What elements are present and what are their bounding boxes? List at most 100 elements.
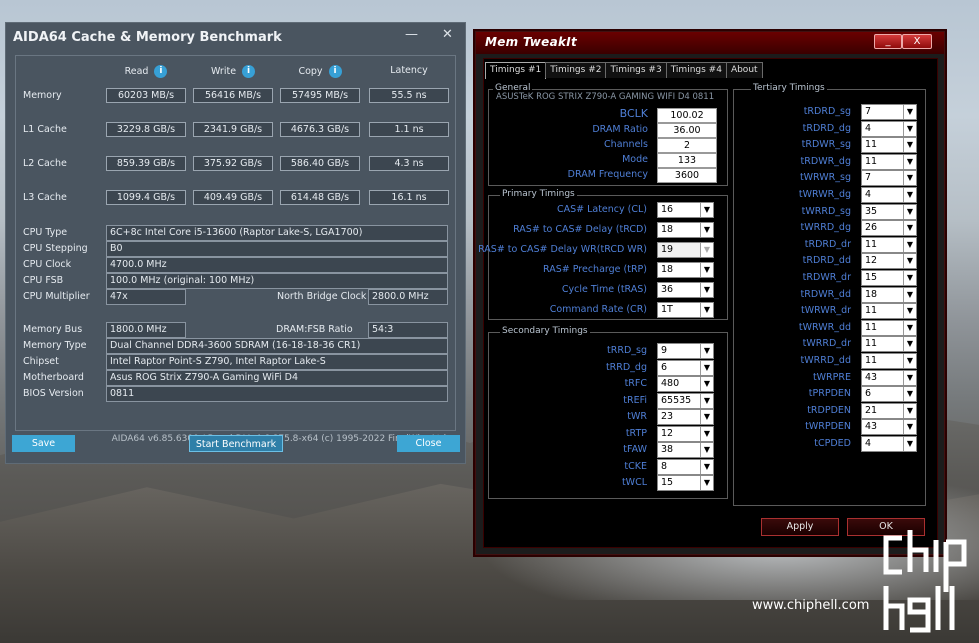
tab-timings-4[interactable]: Timings #4 — [665, 62, 727, 78]
chevron-down-icon[interactable]: ▼ — [903, 138, 916, 153]
chevron-down-icon[interactable]: ▼ — [700, 223, 713, 237]
secondary-dropdown[interactable]: 12 ▼ — [657, 425, 714, 442]
tertiary-dropdown[interactable]: 11 ▼ — [861, 303, 917, 320]
chevron-down-icon[interactable]: ▼ — [903, 121, 916, 136]
minimize-icon[interactable]: — — [405, 27, 418, 42]
chevron-down-icon[interactable]: ▼ — [903, 287, 916, 302]
chevron-down-icon[interactable]: ▼ — [903, 370, 916, 385]
chevron-down-icon[interactable]: ▼ — [903, 387, 916, 402]
tertiary-value: 11 — [865, 155, 878, 167]
close-button[interactable]: Close — [397, 435, 460, 452]
primary-dropdown[interactable]: 16 ▼ — [657, 202, 714, 218]
tertiary-dropdown[interactable]: 11 ▼ — [861, 236, 917, 253]
chevron-down-icon[interactable]: ▼ — [700, 203, 713, 217]
tab-timings-1[interactable]: Timings #1 — [485, 62, 547, 79]
tab-timings-3[interactable]: Timings #3 — [605, 62, 667, 78]
chevron-down-icon[interactable]: ▼ — [903, 271, 916, 285]
chevron-down-icon[interactable]: ▼ — [700, 360, 713, 375]
close-icon[interactable]: X — [902, 34, 932, 49]
chevron-down-icon[interactable]: ▼ — [700, 303, 713, 317]
chevron-down-icon[interactable]: ▼ — [903, 237, 916, 252]
close-icon[interactable]: ✕ — [442, 27, 453, 42]
aida-titlebar[interactable]: AIDA64 Cache & Memory Benchmark — [6, 23, 465, 51]
chevron-down-icon[interactable]: ▼ — [903, 105, 916, 119]
info-icon[interactable]: i — [242, 65, 256, 78]
chevron-down-icon[interactable]: ▼ — [700, 377, 713, 391]
tertiary-dropdown[interactable]: 11 ▼ — [861, 353, 917, 369]
chevron-down-icon[interactable]: ▼ — [903, 221, 916, 236]
chevron-down-icon[interactable]: ▼ — [700, 283, 713, 297]
primary-dropdown[interactable]: 18 ▼ — [657, 222, 714, 238]
tertiary-dropdown[interactable]: 6 ▼ — [861, 386, 917, 403]
primary-dropdown[interactable]: 19 ▼ — [657, 242, 714, 258]
chevron-down-icon[interactable]: ▼ — [700, 393, 713, 408]
minimize-icon[interactable]: _ — [874, 34, 902, 49]
chevron-down-icon[interactable]: ▼ — [903, 171, 916, 186]
chevron-down-icon[interactable]: ▼ — [903, 154, 916, 169]
secondary-dropdown[interactable]: 65535 ▼ — [657, 392, 714, 409]
tertiary-dropdown[interactable]: 12 ▼ — [861, 253, 917, 270]
chevron-down-icon[interactable]: ▼ — [700, 344, 713, 358]
chevron-down-icon[interactable]: ▼ — [903, 304, 916, 319]
tertiary-dropdown[interactable]: 7 ▼ — [861, 104, 917, 120]
tertiary-dropdown[interactable]: 7 ▼ — [861, 170, 917, 187]
tertiary-dropdown[interactable]: 11 ▼ — [861, 137, 917, 154]
tertiary-value: 21 — [865, 404, 878, 416]
general-label: DRAM Ratio — [592, 124, 648, 135]
mem-tweakit-window: Mem TweakIt _ X Timings #1 Timings #2 Timi… — [475, 31, 945, 555]
primary-label: Cycle Time (tRAS) — [561, 284, 647, 295]
tertiary-dropdown[interactable]: 11 ▼ — [861, 153, 917, 170]
chevron-down-icon[interactable]: ▼ — [903, 403, 916, 418]
tertiary-dropdown[interactable]: 4 ▼ — [861, 436, 917, 452]
chevron-down-icon[interactable]: ▼ — [903, 188, 916, 202]
start-benchmark-button[interactable]: Start Benchmark — [189, 435, 283, 452]
tab-timings-2[interactable]: Timings #2 — [545, 62, 607, 78]
chevron-down-icon[interactable]: ▼ — [903, 420, 916, 435]
tertiary-dropdown[interactable]: 35 ▼ — [861, 203, 917, 220]
secondary-dropdown[interactable]: 23 ▼ — [657, 409, 714, 425]
aida64-window: AIDA64 Cache & Memory Benchmark — ✕ Read… — [5, 22, 466, 464]
chevron-down-icon[interactable]: ▼ — [700, 476, 713, 490]
chevron-down-icon[interactable]: ▼ — [903, 437, 916, 451]
primary-dropdown[interactable]: 36 ▼ — [657, 282, 714, 298]
chevron-down-icon[interactable]: ▼ — [903, 337, 916, 352]
secondary-dropdown[interactable]: 8 ▼ — [657, 458, 714, 475]
chevron-down-icon[interactable]: ▼ — [700, 410, 713, 424]
save-button[interactable]: Save — [12, 435, 75, 452]
apply-button[interactable]: Apply — [761, 518, 839, 536]
tertiary-dropdown[interactable]: 15 ▼ — [861, 270, 917, 286]
info-icon[interactable]: i — [154, 65, 168, 78]
primary-dropdown[interactable]: 18 ▼ — [657, 262, 714, 278]
tertiary-dropdown[interactable]: 4 ▼ — [861, 120, 917, 137]
tertiary-dropdown[interactable]: 4 ▼ — [861, 187, 917, 203]
tertiary-dropdown[interactable]: 43 ▼ — [861, 419, 917, 436]
chevron-down-icon[interactable]: ▼ — [700, 459, 713, 474]
cpu-multiplier-value: 47x — [106, 289, 186, 305]
primary-label: Command Rate (CR) — [549, 304, 647, 315]
secondary-dropdown[interactable]: 6 ▼ — [657, 359, 714, 376]
info-icon[interactable]: i — [328, 65, 342, 78]
primary-dropdown[interactable]: 1T ▼ — [657, 302, 714, 318]
chevron-down-icon[interactable]: ▼ — [903, 354, 916, 368]
secondary-dropdown[interactable]: 480 ▼ — [657, 376, 714, 392]
tertiary-dropdown[interactable]: 43 ▼ — [861, 369, 917, 386]
copy-value: 4676.3 GB/s — [280, 122, 360, 137]
chevron-down-icon[interactable]: ▼ — [903, 254, 916, 269]
primary-label: CAS# Latency (CL) — [556, 204, 647, 215]
chevron-down-icon[interactable]: ▼ — [700, 243, 713, 257]
tertiary-dropdown[interactable]: 26 ▼ — [861, 220, 917, 237]
chevron-down-icon[interactable]: ▼ — [700, 443, 713, 457]
secondary-dropdown[interactable]: 9 ▼ — [657, 343, 714, 359]
tertiary-dropdown[interactable]: 11 ▼ — [861, 319, 917, 336]
chevron-down-icon[interactable]: ▼ — [700, 263, 713, 277]
secondary-dropdown[interactable]: 15 ▼ — [657, 475, 714, 491]
tab-about[interactable]: About — [725, 62, 763, 78]
chevron-down-icon[interactable]: ▼ — [903, 204, 916, 219]
secondary-dropdown[interactable]: 38 ▼ — [657, 442, 714, 458]
secondary-value: 15 — [661, 477, 674, 488]
tertiary-dropdown[interactable]: 18 ▼ — [861, 286, 917, 303]
tertiary-dropdown[interactable]: 21 ▼ — [861, 402, 917, 419]
chevron-down-icon[interactable]: ▼ — [700, 426, 713, 441]
tertiary-dropdown[interactable]: 11 ▼ — [861, 336, 917, 353]
chevron-down-icon[interactable]: ▼ — [903, 320, 916, 335]
